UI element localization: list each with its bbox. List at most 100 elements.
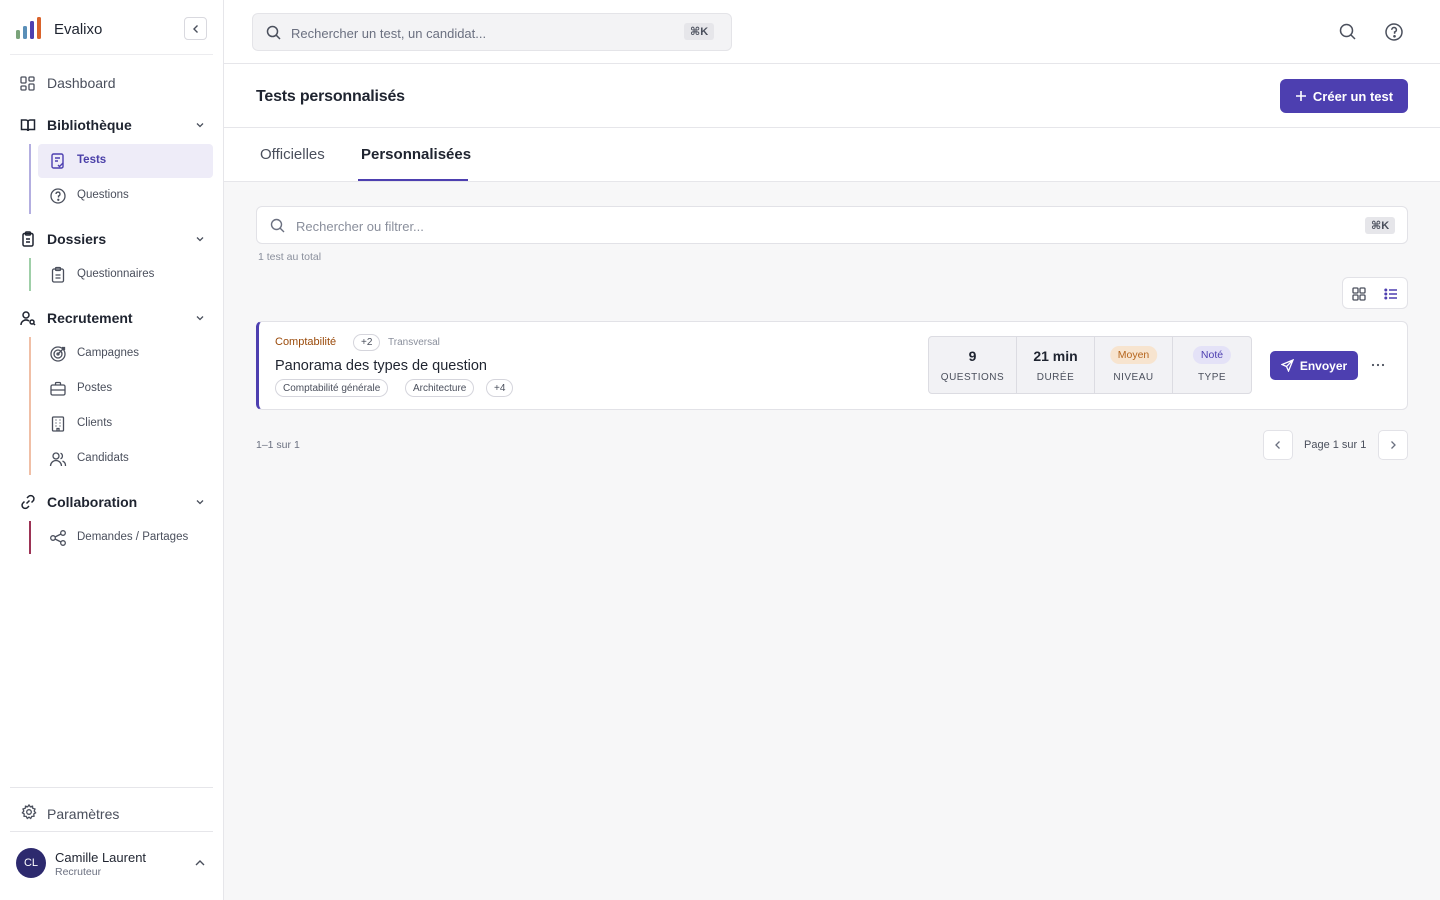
- user-role: Recruteur: [55, 866, 102, 878]
- section-bibliotheque-label: Bibliothèque: [47, 117, 132, 133]
- nav-dashboard[interactable]: Dashboard: [20, 73, 116, 93]
- send-icon: [1280, 359, 1294, 372]
- create-test-button[interactable]: Créer un test: [1280, 79, 1408, 113]
- scope-label: Transversal: [388, 337, 440, 348]
- help-circle-icon[interactable]: [1384, 22, 1404, 42]
- section-dossiers-label: Dossiers: [47, 231, 107, 247]
- sidebar-item-tests-label: Tests: [77, 154, 107, 166]
- stat-type: Noté TYPE: [1173, 337, 1251, 393]
- question-circle-icon: [50, 188, 66, 204]
- top-bar: Rechercher un test, un candidat... ⌘K: [224, 0, 1440, 64]
- nav-settings-label: Paramètres: [47, 806, 120, 822]
- search-icon: [270, 218, 285, 233]
- app-name: Evalixo: [54, 21, 103, 38]
- stat-questions: 9 QUESTIONS: [929, 337, 1017, 393]
- results-count: 1 test au total: [258, 251, 322, 263]
- test-stats: 9 QUESTIONS 21 min DURÉE Moyen NIVEAU No…: [928, 336, 1252, 394]
- dashboard-icon: [20, 75, 35, 91]
- next-page-button[interactable]: [1378, 430, 1408, 460]
- level-badge: Moyen: [1109, 346, 1158, 364]
- sidebar-item-clients[interactable]: Clients: [38, 407, 213, 441]
- tab-personnalisees[interactable]: Personnalisées: [361, 146, 471, 163]
- filter-search-input[interactable]: Rechercher ou filtrer... ⌘K: [256, 206, 1408, 244]
- chevron-left-icon: [192, 24, 198, 33]
- nav-settings[interactable]: Paramètres: [10, 787, 213, 832]
- tabs: Officielles Personnalisées: [224, 128, 1440, 182]
- stat-questions-label: QUESTIONS: [940, 372, 1005, 383]
- sidebar-item-demandes-partages[interactable]: Demandes / Partages: [38, 521, 213, 555]
- section-dossiers[interactable]: Dossiers: [20, 229, 206, 249]
- tags-more-badge: +4: [486, 379, 514, 397]
- section-recrutement[interactable]: Recrutement: [20, 308, 206, 328]
- sidebar-item-campagnes-label: Campagnes: [77, 347, 140, 359]
- view-toggle: [1342, 277, 1408, 309]
- gear-icon: [21, 804, 37, 820]
- sidebar-item-campagnes[interactable]: Campagnes: [38, 337, 213, 371]
- sidebar-item-candidats[interactable]: Candidats: [38, 442, 213, 476]
- chevron-down-icon: [196, 123, 204, 128]
- user-name: Camille Laurent: [55, 850, 147, 865]
- user-menu[interactable]: CL Camille Laurent Recruteur: [16, 846, 211, 882]
- test-card[interactable]: Comptabilité +2 Transversal Panorama des…: [256, 321, 1408, 410]
- send-button[interactable]: Envoyer: [1270, 351, 1358, 380]
- section-line: [29, 258, 31, 291]
- collapse-sidebar-button[interactable]: [184, 17, 207, 40]
- sidebar-item-tests[interactable]: Tests: [38, 144, 213, 178]
- list-view-icon[interactable]: [1382, 285, 1400, 303]
- sidebar-item-questionnaires-label: Questionnaires: [77, 268, 155, 280]
- section-collaboration[interactable]: Collaboration: [20, 492, 206, 512]
- page-header: Tests personnalisés Créer un test: [224, 64, 1440, 128]
- page-title: Tests personnalisés: [256, 88, 405, 105]
- app-logo-icon: [16, 17, 41, 39]
- section-line: [29, 144, 31, 214]
- shortcut-badge: ⌘K: [1365, 217, 1396, 234]
- active-tab-indicator: [358, 179, 468, 181]
- section-line: [29, 521, 31, 554]
- create-test-label: Créer un test: [1312, 88, 1394, 104]
- send-label: Envoyer: [1299, 358, 1348, 373]
- stat-level: Moyen NIVEAU: [1095, 337, 1173, 393]
- more-horizontal-icon[interactable]: [1369, 356, 1387, 374]
- stat-questions-value: 9: [968, 348, 977, 364]
- stat-duration-value: 21 min: [1033, 348, 1078, 364]
- plus-icon: [1295, 91, 1306, 101]
- test-title: Panorama des types de question: [275, 358, 487, 374]
- chevron-down-icon: [196, 316, 204, 321]
- clipboard-icon: [22, 231, 34, 247]
- test-checklist-icon: [51, 153, 64, 169]
- building-icon: [51, 416, 65, 432]
- search-icon[interactable]: [1338, 22, 1358, 42]
- section-bibliotheque[interactable]: Bibliothèque: [20, 115, 206, 135]
- brand: Evalixo: [10, 0, 213, 55]
- stat-duration: 21 min DURÉE: [1017, 337, 1095, 393]
- section-collaboration-label: Collaboration: [47, 494, 138, 510]
- tab-officielles[interactable]: Officielles: [260, 146, 325, 163]
- pagination-label: Page 1 sur 1: [1304, 439, 1367, 451]
- category-label: Comptabilité: [275, 336, 337, 348]
- filter-search-placeholder: Rechercher ou filtrer...: [296, 219, 424, 234]
- tag-pill: Comptabilité générale: [275, 379, 389, 397]
- type-badge: Noté: [1192, 346, 1232, 364]
- previous-page-button[interactable]: [1263, 430, 1293, 460]
- stat-level-label: NIVEAU: [1113, 372, 1154, 383]
- avatar: CL: [16, 848, 46, 878]
- shortcut-badge: ⌘K: [684, 23, 715, 40]
- share-icon: [50, 530, 66, 546]
- book-icon: [20, 119, 36, 132]
- sidebar-item-questions[interactable]: Questions: [38, 179, 213, 213]
- nav-dashboard-label: Dashboard: [47, 75, 116, 91]
- chevron-right-icon: [1391, 441, 1396, 449]
- sidebar-item-questionnaires[interactable]: Questionnaires: [38, 258, 213, 292]
- sidebar-item-clients-label: Clients: [77, 417, 113, 429]
- user-search-icon: [20, 311, 36, 326]
- target-icon: [50, 346, 66, 362]
- grid-view-icon[interactable]: [1350, 285, 1368, 303]
- search-icon: [266, 25, 281, 40]
- sidebar-item-postes[interactable]: Postes: [38, 372, 213, 406]
- sidebar: Evalixo Dashboard Bibliothèque Tests Que…: [0, 0, 224, 900]
- global-search-input[interactable]: Rechercher un test, un candidat... ⌘K: [252, 13, 732, 51]
- briefcase-icon: [50, 381, 66, 396]
- sidebar-item-questions-label: Questions: [77, 189, 129, 201]
- stat-type-label: TYPE: [1197, 372, 1227, 383]
- chevron-up-icon: [195, 860, 205, 866]
